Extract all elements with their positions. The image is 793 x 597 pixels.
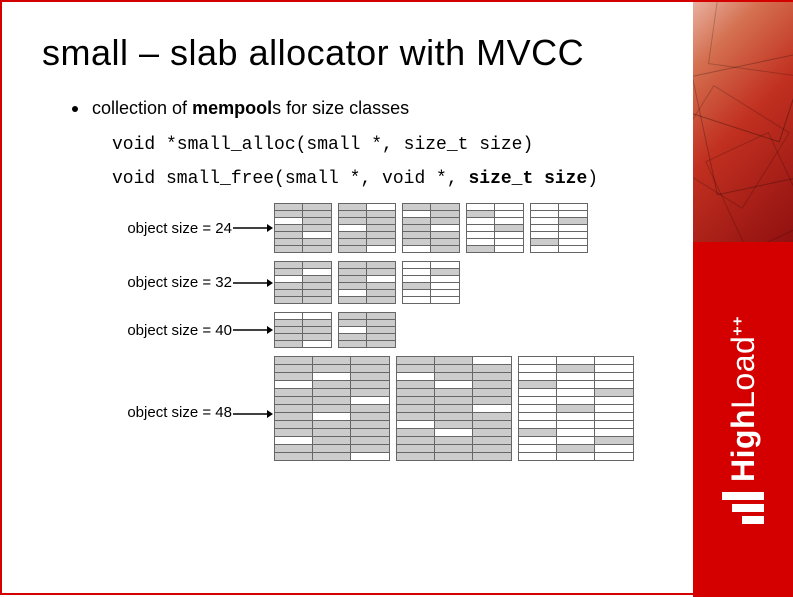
slabs-24	[274, 203, 588, 253]
highload-logo: HighLoad++	[693, 242, 793, 597]
slabs-48	[274, 356, 634, 461]
bullet-text-bold: mempool	[192, 98, 272, 118]
decorative-pattern	[693, 2, 793, 242]
size-row-48: object size = 48	[92, 356, 662, 461]
slab	[518, 356, 634, 461]
size-label: object size = 48	[92, 404, 232, 421]
size-label: object size = 24	[92, 220, 232, 237]
arrow-icon	[232, 325, 274, 335]
slab	[338, 312, 396, 348]
slide-content: small – slab allocator with MVCC collect…	[2, 2, 702, 489]
slabs-32	[274, 261, 460, 304]
arrow-icon	[232, 223, 274, 233]
diagram: object size = 24 object size = 32	[92, 203, 662, 461]
bullet-item: collection of mempools for size classes	[72, 98, 662, 119]
slide-title: small – slab allocator with MVCC	[42, 32, 662, 74]
code-line-2: void small_free(small *, void *, size_t …	[112, 169, 662, 189]
code-line-1: void *small_alloc(small *, size_t size)	[112, 135, 662, 155]
arrow-icon	[232, 409, 274, 419]
slab	[466, 203, 524, 253]
bullet-text-prefix: collection of	[92, 98, 192, 118]
slab	[274, 203, 332, 253]
size-row-24: object size = 24	[92, 203, 662, 253]
logo-load: Load	[725, 335, 761, 408]
slab	[402, 203, 460, 253]
size-row-32: object size = 32	[92, 261, 662, 304]
logo-bars-icon	[722, 491, 764, 523]
logo-high: High	[725, 408, 761, 481]
slab	[530, 203, 588, 253]
slab	[338, 261, 396, 304]
code-line-2-pre: void small_free(small *, void *,	[112, 169, 468, 189]
slab	[274, 356, 390, 461]
code-line-2-bold: size_t size	[468, 169, 587, 189]
slab	[274, 312, 332, 348]
bullet-dot-icon	[72, 106, 78, 112]
size-label: object size = 40	[92, 322, 232, 339]
size-label: object size = 32	[92, 274, 232, 291]
slab	[396, 356, 512, 461]
slabs-40	[274, 312, 396, 348]
bullet-text: collection of mempools for size classes	[92, 98, 409, 119]
sidebar: HighLoad++	[693, 2, 793, 597]
arrow-icon	[232, 278, 274, 288]
size-row-40: object size = 40	[92, 312, 662, 348]
slab	[402, 261, 460, 304]
logo-text: HighLoad++	[725, 316, 762, 482]
logo-plus: ++	[729, 316, 746, 336]
slab	[338, 203, 396, 253]
slab	[274, 261, 332, 304]
bullet-text-suffix: s for size classes	[272, 98, 409, 118]
code-line-2-post: )	[587, 169, 598, 189]
